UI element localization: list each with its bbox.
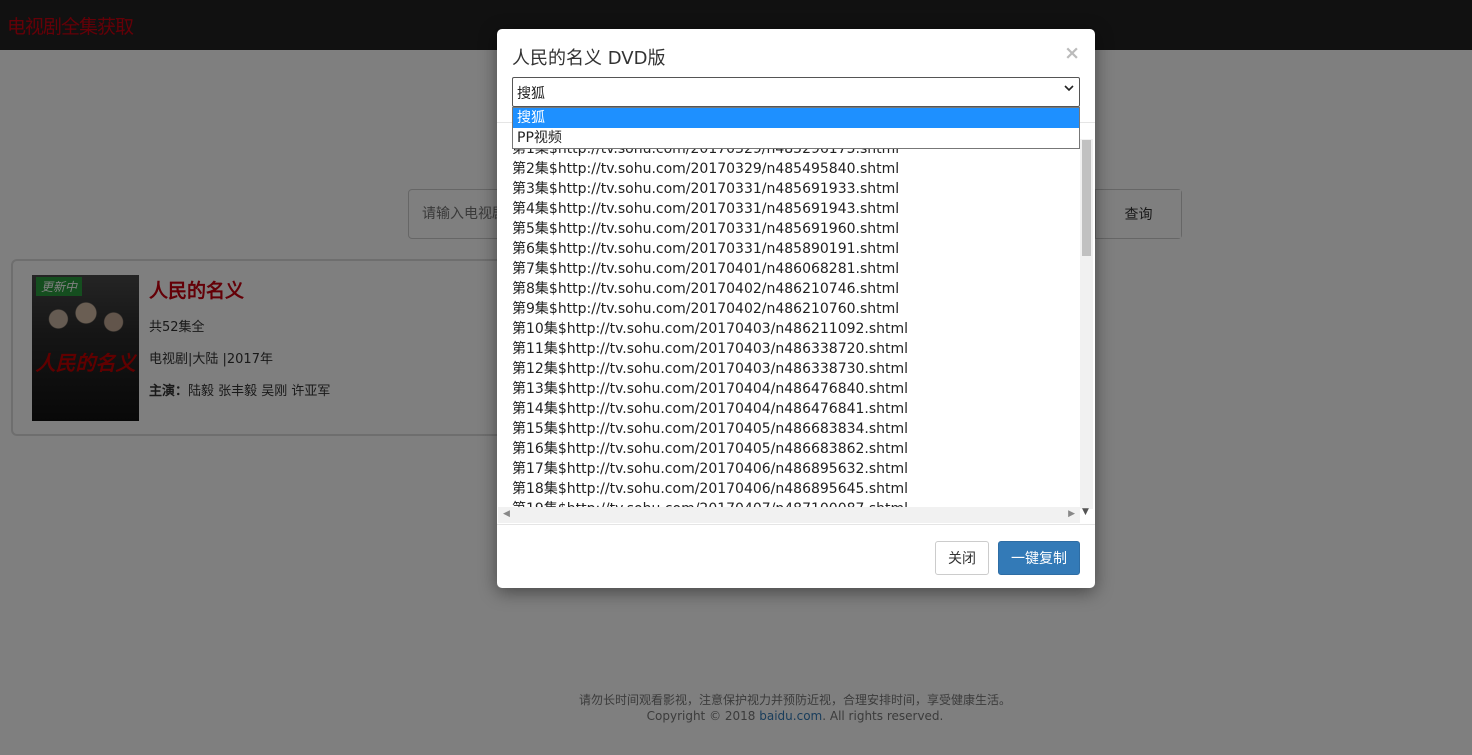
scroll-down-arrow-icon[interactable]: ▼ — [1082, 507, 1089, 517]
close-icon[interactable]: × — [1064, 42, 1080, 64]
episode-item: 第6集$http://tv.sohu.com/20170331/n4858901… — [512, 241, 900, 257]
episode-list: 第1集$http://tv.sohu.com/20170329/n4852961… — [512, 139, 908, 507]
episode-item: 第5集$http://tv.sohu.com/20170331/n4856919… — [512, 221, 900, 237]
copy-all-button[interactable]: 一键复制 — [998, 541, 1080, 575]
episode-item: 第13集$http://tv.sohu.com/20170404/n486476… — [512, 381, 909, 397]
episode-item: 第19集$http://tv.sohu.com/20170407/n487100… — [512, 499, 908, 507]
scroll-left-arrow-icon[interactable]: ◀ — [503, 509, 510, 519]
source-dropdown: 搜狐 PP视频 — [512, 107, 1080, 149]
episode-item: 第17集$http://tv.sohu.com/20170406/n486895… — [512, 461, 909, 477]
horizontal-scrollbar[interactable]: ◀ ▶ — [498, 507, 1080, 523]
source-option-pptv[interactable]: PP视频 — [513, 128, 1079, 148]
episode-item: 第16集$http://tv.sohu.com/20170405/n486683… — [512, 441, 909, 457]
episode-item: 第15集$http://tv.sohu.com/20170405/n486683… — [512, 421, 909, 437]
scroll-right-arrow-icon[interactable]: ▶ — [1068, 509, 1075, 519]
chevron-down-icon — [1064, 85, 1074, 92]
episode-item: 第4集$http://tv.sohu.com/20170331/n4856919… — [512, 201, 900, 217]
episode-item: 第18集$http://tv.sohu.com/20170406/n486895… — [512, 481, 909, 497]
vertical-scrollbar[interactable]: ▼ — [1080, 139, 1093, 517]
episode-scroll-area[interactable]: 第1集$http://tv.sohu.com/20170329/n4852961… — [498, 123, 1078, 507]
episode-item: 第8集$http://tv.sohu.com/20170402/n4862107… — [512, 281, 900, 297]
close-button[interactable]: 关闭 — [935, 541, 989, 575]
episode-item: 第10集$http://tv.sohu.com/20170403/n486211… — [512, 321, 909, 337]
episode-modal: 人民的名义 DVD版 × 搜狐 搜狐 PP视频 第1集$http://tv.so… — [497, 29, 1095, 588]
episode-item: 第9集$http://tv.sohu.com/20170402/n4862107… — [512, 301, 900, 317]
episode-item: 第12集$http://tv.sohu.com/20170403/n486338… — [512, 361, 909, 377]
modal-title: 人民的名义 DVD版 — [512, 48, 666, 69]
source-select[interactable]: 搜狐 — [512, 77, 1080, 107]
source-select-value: 搜狐 — [517, 86, 545, 102]
modal-footer: 关闭 一键复制 — [497, 524, 1095, 588]
episode-item: 第2集$http://tv.sohu.com/20170329/n4854958… — [512, 161, 900, 177]
episode-item: 第14集$http://tv.sohu.com/20170404/n486476… — [512, 401, 909, 417]
episode-item: 第7集$http://tv.sohu.com/20170401/n4860682… — [512, 261, 900, 277]
scroll-thumb[interactable] — [1082, 140, 1091, 256]
episode-item: 第11集$http://tv.sohu.com/20170403/n486338… — [512, 341, 909, 357]
source-option-sohu[interactable]: 搜狐 — [513, 108, 1079, 128]
episode-item: 第3集$http://tv.sohu.com/20170331/n4856919… — [512, 181, 900, 197]
episode-list-area: 第1集$http://tv.sohu.com/20170329/n4852961… — [497, 122, 1095, 524]
